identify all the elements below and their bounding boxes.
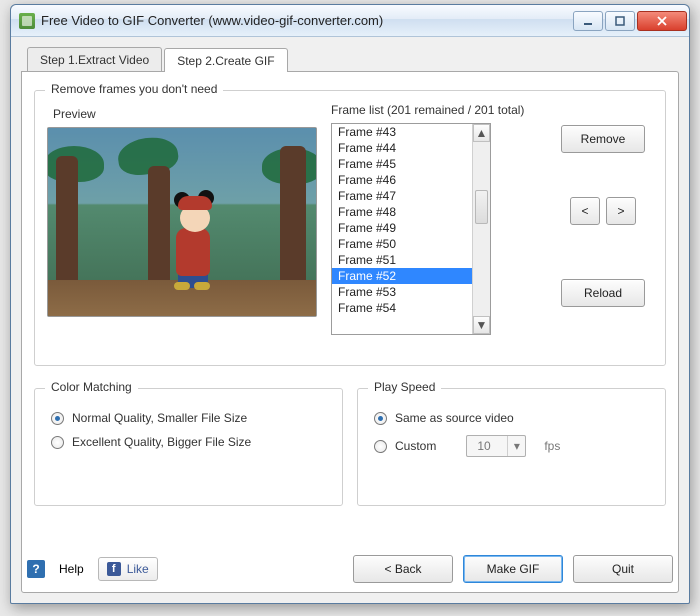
facebook-like-button[interactable]: f Like: [98, 557, 158, 581]
help-label[interactable]: Help: [59, 562, 84, 576]
app-window: Free Video to GIF Converter (www.video-g…: [10, 4, 690, 604]
radio-excellent-quality[interactable]: Excellent Quality, Bigger File Size: [51, 435, 326, 449]
frame-list-item[interactable]: Frame #51: [332, 252, 472, 268]
tab-panel-create-gif: Remove frames you don't need Preview: [21, 71, 679, 593]
preview-image: [47, 127, 317, 317]
maximize-button[interactable]: [605, 11, 635, 31]
frame-list-wrap: Frame list (201 remained / 201 total) Fr…: [331, 103, 539, 351]
radio-same-as-source[interactable]: Same as source video: [374, 411, 649, 425]
radio-custom-fps[interactable]: Custom 10 ▾ fps: [374, 435, 649, 457]
remove-button[interactable]: Remove: [561, 125, 645, 153]
radio-label: Same as source video: [395, 411, 514, 425]
group-play-speed: Play Speed Same as source video Custom 1…: [357, 388, 666, 506]
group-legend: Color Matching: [45, 380, 138, 394]
frame-list-item[interactable]: Frame #43: [332, 124, 472, 140]
group-legend: Remove frames you don't need: [45, 82, 223, 96]
preview-column: Preview: [47, 103, 317, 351]
like-label: Like: [127, 562, 149, 576]
scroll-up-icon[interactable]: ▲: [473, 124, 490, 142]
frame-list-item[interactable]: Frame #52: [332, 268, 472, 284]
frame-list-item[interactable]: Frame #46: [332, 172, 472, 188]
tab-strip: Step 1.Extract Video Step 2.Create GIF: [21, 45, 679, 71]
tab-extract-video[interactable]: Step 1.Extract Video: [27, 47, 162, 71]
radio-icon: [51, 436, 64, 449]
fps-value: 10: [467, 439, 507, 453]
facebook-icon: f: [107, 562, 121, 576]
chevron-down-icon: ▾: [507, 436, 525, 456]
frame-list-item[interactable]: Frame #53: [332, 284, 472, 300]
client-area: Step 1.Extract Video Step 2.Create GIF R…: [21, 45, 679, 593]
make-gif-button[interactable]: Make GIF: [463, 555, 563, 583]
radio-icon: [374, 440, 387, 453]
window-title: Free Video to GIF Converter (www.video-g…: [41, 13, 573, 28]
scroll-thumb[interactable]: [475, 190, 488, 224]
minimize-button[interactable]: [573, 11, 603, 31]
radio-icon: [374, 412, 387, 425]
close-button[interactable]: [637, 11, 687, 31]
frame-list[interactable]: Frame #43Frame #44Frame #45Frame #46Fram…: [331, 123, 491, 335]
radio-label: Excellent Quality, Bigger File Size: [72, 435, 251, 449]
reload-button[interactable]: Reload: [561, 279, 645, 307]
prev-frame-button[interactable]: <: [570, 197, 600, 225]
footer-bar: ? Help f Like < Back Make GIF Quit: [21, 545, 679, 593]
radio-label: Custom: [395, 439, 436, 453]
radio-icon: [51, 412, 64, 425]
help-icon[interactable]: ?: [27, 560, 45, 578]
back-button[interactable]: < Back: [353, 555, 453, 583]
fps-combobox[interactable]: 10 ▾: [466, 435, 526, 457]
frame-list-item[interactable]: Frame #54: [332, 300, 472, 316]
frame-list-item[interactable]: Frame #48: [332, 204, 472, 220]
radio-normal-quality[interactable]: Normal Quality, Smaller File Size: [51, 411, 326, 425]
frame-list-item[interactable]: Frame #47: [332, 188, 472, 204]
app-icon: [19, 13, 35, 29]
frame-list-item[interactable]: Frame #44: [332, 140, 472, 156]
tab-create-gif[interactable]: Step 2.Create GIF: [164, 48, 287, 72]
group-color-matching: Color Matching Normal Quality, Smaller F…: [34, 388, 343, 506]
frame-list-item[interactable]: Frame #49: [332, 220, 472, 236]
next-frame-button[interactable]: >: [606, 197, 636, 225]
frame-list-label: Frame list (201 remained / 201 total): [331, 103, 539, 117]
scroll-down-icon[interactable]: ▼: [473, 316, 490, 334]
group-legend: Play Speed: [368, 380, 441, 394]
quit-button[interactable]: Quit: [573, 555, 673, 583]
frame-list-item[interactable]: Frame #45: [332, 156, 472, 172]
window-controls: [573, 11, 687, 31]
frame-list-buttons: Remove < > Reload: [553, 103, 653, 351]
preview-label: Preview: [53, 107, 317, 121]
titlebar: Free Video to GIF Converter (www.video-g…: [11, 5, 689, 37]
fps-unit: fps: [544, 439, 560, 453]
frame-list-item[interactable]: Frame #50: [332, 236, 472, 252]
radio-label: Normal Quality, Smaller File Size: [72, 411, 247, 425]
group-remove-frames: Remove frames you don't need Preview: [34, 90, 666, 366]
frame-list-scrollbar[interactable]: ▲ ▼: [472, 124, 490, 334]
